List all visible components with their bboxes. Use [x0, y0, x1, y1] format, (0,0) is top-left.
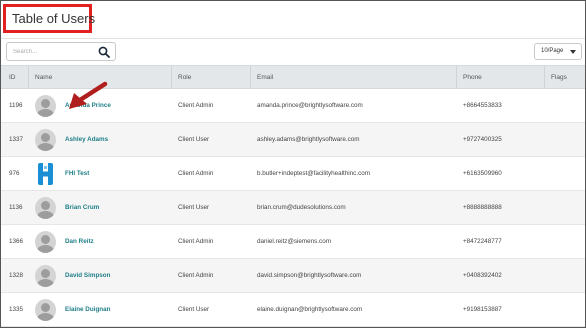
table-row[interactable]: 1366 Dan Reitz Client Admin daniel.reitz…: [1, 225, 585, 259]
cell-phone: +8888888888: [463, 204, 502, 211]
cell-phone: +9727400325: [463, 136, 502, 143]
cell-phone: +9198153887: [463, 306, 502, 313]
column-header-flags[interactable]: Flags: [551, 74, 567, 81]
person-icon: [35, 231, 56, 253]
person-icon: [35, 299, 56, 321]
cell-id: 1337: [9, 136, 24, 143]
cell-role: Client User: [178, 306, 210, 313]
user-name-link[interactable]: Ashley Adams: [65, 136, 108, 143]
chevron-down-icon: [570, 50, 576, 54]
search-box[interactable]: [6, 42, 116, 61]
column-divider: [456, 66, 457, 89]
cell-role: Client User: [178, 204, 210, 211]
person-icon: [35, 129, 56, 151]
cell-phone: +8472248777: [463, 238, 502, 245]
table-row[interactable]: 1328 David Simpson Client Admin david.si…: [1, 259, 585, 293]
cell-email: elaine.duignan@brightlysoftware.com: [257, 306, 363, 313]
page-size-select[interactable]: 10/Page: [534, 43, 582, 60]
person-icon: [35, 265, 56, 287]
search-icon[interactable]: [98, 46, 110, 58]
cell-role: Client User: [178, 136, 210, 143]
header-divider: [1, 38, 585, 39]
user-name-link[interactable]: Dan Reitz: [65, 238, 94, 245]
annotation-arrow-icon: [69, 81, 108, 109]
column-header-phone[interactable]: Phone: [463, 74, 482, 81]
cell-role: Client Admin: [178, 238, 214, 245]
user-name-link[interactable]: Elaine Duignan: [65, 306, 110, 313]
cell-id: 1366: [9, 238, 24, 245]
column-divider: [544, 66, 545, 89]
table-row[interactable]: 1337 Ashley Adams Client User ashley.ada…: [1, 123, 585, 157]
search-input[interactable]: [13, 46, 93, 58]
user-name-link[interactable]: FHI Test: [65, 170, 89, 177]
cell-id: 1196: [9, 102, 23, 109]
column-header-id[interactable]: ID: [9, 74, 16, 81]
user-name-link[interactable]: David Simpson: [65, 272, 111, 279]
cell-id: 976: [9, 170, 20, 177]
cell-email: ashley.adams@brightlysoftware.com: [257, 136, 360, 143]
column-divider: [28, 66, 29, 89]
page-title: Table of Users: [12, 11, 96, 26]
cell-email: amanda.prince@brightlysoftware.com: [257, 102, 363, 109]
cell-email: david.simpson@brightlysoftware.com: [257, 272, 362, 279]
user-name-link[interactable]: Brian Crum: [65, 204, 99, 211]
column-divider: [250, 66, 251, 89]
cell-email: brian.crum@dudesolutions.com: [257, 204, 346, 211]
table-row[interactable]: 1136 Brian Crum Client User brian.crum@d…: [1, 191, 585, 225]
cell-phone: +0408392402: [463, 272, 502, 279]
column-divider: [171, 66, 172, 89]
cell-email: b.butler+indeptest@facilityhealthinc.com: [257, 170, 370, 177]
column-header-email[interactable]: Email: [257, 74, 273, 81]
table-row[interactable]: 1335 Elaine Duignan Client User elaine.d…: [1, 293, 585, 327]
cell-phone: +8664553833: [463, 102, 502, 109]
cell-id: 1328: [9, 272, 24, 279]
cell-role: Client Admin: [178, 102, 214, 109]
page-size-value: 10/Page: [541, 48, 564, 54]
column-header-role[interactable]: Role: [178, 74, 191, 81]
company-logo-icon: [38, 163, 53, 185]
users-page: Table of Users 10/Page ID Name Role Emai…: [0, 0, 586, 328]
cell-role: Client Admin: [178, 170, 214, 177]
person-icon: [35, 197, 56, 219]
cell-role: Client Admin: [178, 272, 214, 279]
column-header-name[interactable]: Name: [35, 74, 52, 81]
cell-id: 1335: [9, 306, 24, 313]
cell-phone: +6163509960: [463, 170, 502, 177]
person-icon: [35, 95, 56, 117]
cell-email: daniel.reitz@siemens.com: [257, 238, 331, 245]
cell-id: 1136: [9, 204, 23, 211]
table-row[interactable]: 976 FHI Test Client Admin b.butler+indep…: [1, 157, 585, 191]
